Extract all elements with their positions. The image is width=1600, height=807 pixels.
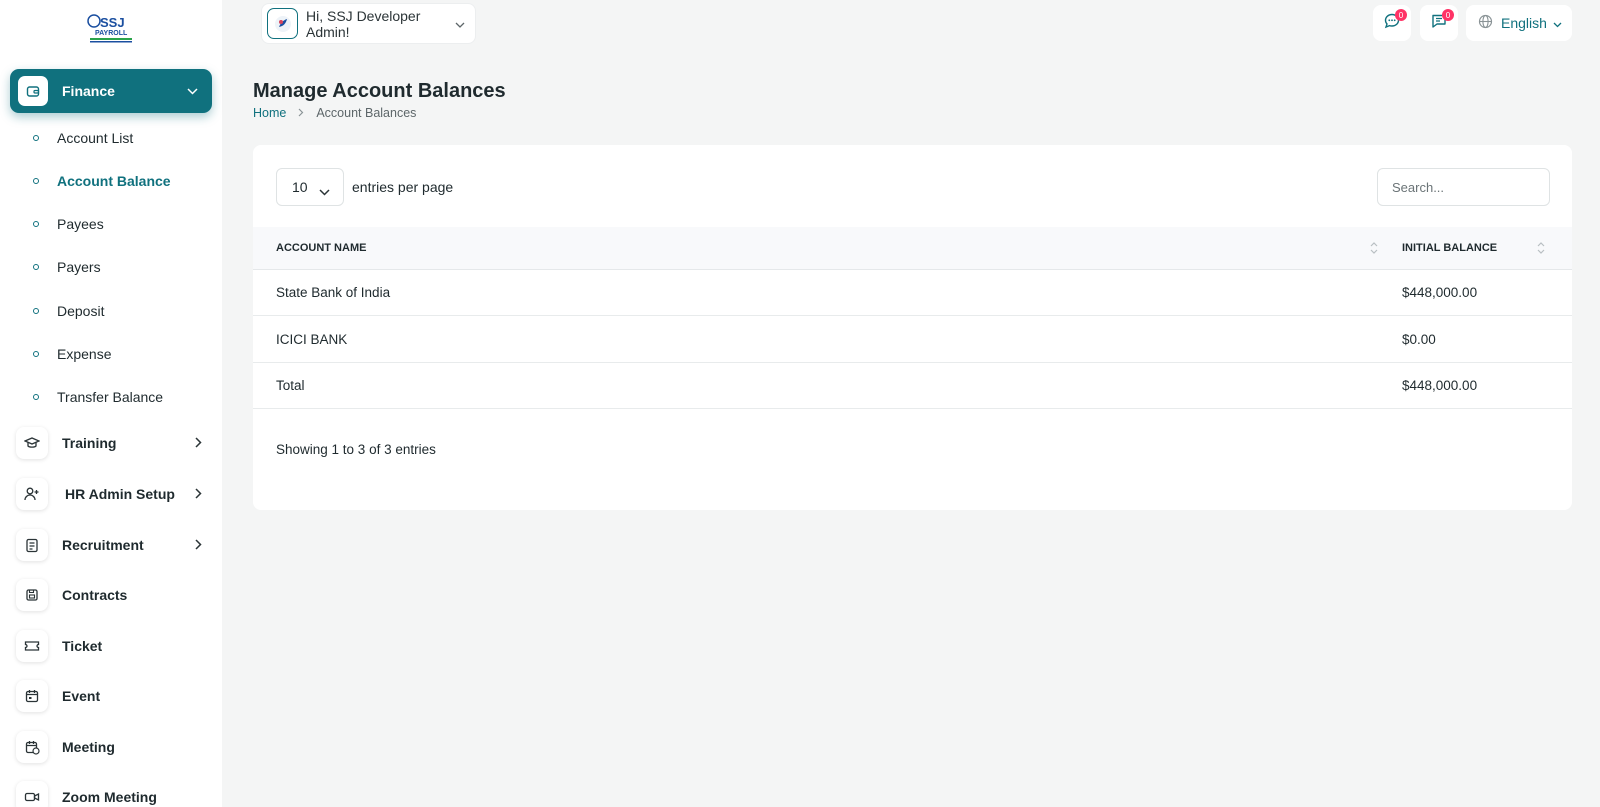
user-menu[interactable]: Hi, SSJ Developer Admin! [261, 3, 476, 44]
sidebar-subitem-label: Expense [57, 346, 112, 362]
sidebar-subitem-label: Transfer Balance [57, 389, 164, 405]
chevron-down-icon [1553, 15, 1562, 31]
calendar-icon [16, 680, 48, 712]
chevron-down-icon [187, 82, 198, 100]
entries-per-page-select[interactable]: 10 [276, 168, 344, 206]
clipboard-icon [16, 529, 48, 561]
bullet-icon [33, 135, 39, 141]
language-label: English [1501, 15, 1547, 31]
user-greeting: Hi, SSJ Developer Admin! [306, 7, 421, 40]
graduation-cap-icon [16, 427, 48, 459]
sidebar-item-training[interactable]: Training [16, 427, 212, 459]
sidebar-subitem-label: Deposit [57, 303, 105, 319]
sidebar-subitem-payees[interactable]: Payees [30, 214, 104, 234]
wallet-icon [18, 76, 48, 106]
sidebar-subitem-label: Payees [57, 216, 104, 232]
sidebar-subitem-payers[interactable]: Payers [30, 257, 101, 277]
bullet-icon [33, 221, 39, 227]
column-header-initial-balance[interactable]: INITIAL BALANCE [1402, 242, 1497, 254]
sidebar-item-label: Zoom Meeting [62, 789, 157, 805]
sidebar-subitem-transfer-balance[interactable]: Transfer Balance [30, 387, 163, 407]
sidebar-subitem-label: Account List [57, 130, 134, 146]
sidebar-item-label: Finance [62, 83, 115, 99]
chevron-right-icon [195, 486, 202, 502]
bullet-icon [33, 308, 39, 314]
account-balances-card: 10 entries per page ACCOUNT NAME INITIAL… [253, 145, 1572, 510]
initial-balance-cell: $448,000.00 [1402, 285, 1478, 300]
account-name-cell: Total [276, 378, 305, 393]
breadcrumb-home-link[interactable]: Home [253, 106, 286, 120]
user-plus-icon [16, 478, 48, 510]
messages-button[interactable]: 0 [1373, 5, 1411, 41]
sidebar-item-label: Ticket [62, 638, 103, 654]
sidebar-subitem-deposit[interactable]: Deposit [30, 301, 104, 321]
video-camera-icon [16, 781, 48, 807]
column-header-account-name[interactable]: ACCOUNT NAME [276, 242, 366, 254]
sidebar-subitem-account-balance[interactable]: Account Balance [30, 171, 171, 191]
page-title: Manage Account Balances [253, 80, 506, 102]
company-logo[interactable]: SSJ PAYROLL [86, 10, 136, 44]
chevron-down-icon [455, 15, 465, 33]
account-name-cell: ICICI BANK [276, 332, 348, 347]
table-row: ICICI BANK $0.00 [253, 317, 1572, 363]
chevron-right-icon [298, 106, 304, 120]
sidebar-subitem-label: Account Balance [57, 173, 171, 189]
sidebar-item-zoom-meeting[interactable]: Zoom Meeting [16, 781, 212, 807]
bullet-icon [33, 394, 39, 400]
sidebar-item-label: Training [62, 435, 117, 451]
breadcrumb: Home Account Balances [253, 106, 416, 120]
svg-text:PAYROLL: PAYROLL [95, 30, 128, 37]
notes-badge: 0 [1442, 9, 1454, 21]
notes-button[interactable]: 0 [1420, 5, 1458, 41]
chevron-right-icon [195, 435, 202, 451]
sidebar-item-label: Contracts [62, 587, 128, 603]
sidebar-item-meeting[interactable]: Meeting [16, 731, 212, 763]
table-row: Total $448,000.00 [253, 363, 1572, 409]
search-input[interactable] [1377, 168, 1550, 206]
breadcrumb-current: Account Balances [316, 106, 417, 120]
sidebar-item-event[interactable]: Event [16, 680, 212, 712]
sidebar-item-label: Meeting [62, 739, 115, 755]
entries-per-page-label: entries per page [352, 179, 454, 195]
bullet-icon [33, 178, 39, 184]
initial-balance-cell: $0.00 [1402, 332, 1436, 347]
messages-badge: 0 [1395, 9, 1407, 21]
sidebar-item-label: HR Admin Setup [65, 486, 175, 502]
sidebar-item-ticket[interactable]: Ticket [16, 630, 212, 662]
sidebar-subitem-expense[interactable]: Expense [30, 344, 111, 364]
sidebar-subitem-account-list[interactable]: Account List [30, 128, 133, 148]
sort-icon[interactable] [1370, 241, 1378, 258]
ticket-icon [16, 630, 48, 662]
bullet-icon [33, 351, 39, 357]
bullet-icon [33, 264, 39, 270]
globe-icon [1478, 14, 1493, 32]
calendar-clock-icon [16, 731, 48, 763]
table-row: State Bank of India $448,000.00 [253, 270, 1572, 316]
sidebar-item-finance[interactable]: Finance [10, 69, 212, 113]
sidebar-item-contracts[interactable]: Contracts [16, 579, 212, 611]
sidebar-item-label: Event [62, 688, 101, 704]
svg-text:SSJ: SSJ [100, 15, 125, 30]
sidebar-subitem-label: Payers [57, 259, 101, 275]
save-icon [16, 579, 48, 611]
sidebar-item-hr-admin-setup[interactable]: HR Admin Setup [16, 478, 212, 510]
table-header: ACCOUNT NAME INITIAL BALANCE [253, 227, 1572, 270]
chevron-down-icon [319, 183, 330, 199]
initial-balance-cell: $448,000.00 [1402, 378, 1478, 393]
language-selector[interactable]: English [1466, 5, 1572, 41]
avatar [267, 8, 298, 39]
sort-icon[interactable] [1537, 241, 1545, 258]
sidebar-item-recruitment[interactable]: Recruitment [16, 529, 212, 561]
sidebar: SSJ PAYROLL Finance Account List Account… [0, 0, 222, 807]
entries-value: 10 [292, 179, 308, 195]
account-name-cell: State Bank of India [276, 285, 391, 300]
pagination-info: Showing 1 to 3 of 3 entries [276, 442, 436, 457]
sidebar-item-label: Recruitment [62, 537, 144, 553]
chevron-right-icon [195, 537, 202, 553]
